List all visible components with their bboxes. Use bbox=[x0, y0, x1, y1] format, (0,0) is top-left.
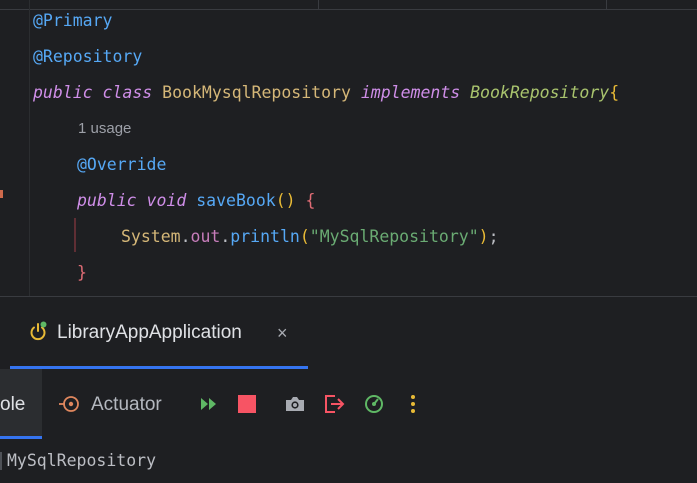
keyword-token: implements bbox=[360, 83, 461, 102]
console-gutter-marker bbox=[0, 452, 2, 470]
run-tab-title[interactable]: LibraryAppApplication bbox=[57, 321, 242, 345]
semicolon-token: ; bbox=[488, 227, 499, 246]
active-tab-indicator bbox=[0, 436, 42, 439]
gutter-change-marker bbox=[0, 190, 3, 198]
paren-token: ) bbox=[478, 227, 489, 246]
dot-token: . bbox=[220, 227, 231, 246]
keyword-token: public bbox=[77, 191, 137, 210]
code-line-1[interactable]: @Primary bbox=[33, 9, 112, 33]
tab-actuator[interactable]: Actuator bbox=[91, 393, 162, 417]
string-token: "MySqlRepository" bbox=[309, 227, 479, 246]
close-tab-button[interactable]: × bbox=[277, 321, 288, 345]
code-line-8[interactable]: } bbox=[77, 261, 87, 285]
console-output-line[interactable]: MySqlRepository bbox=[7, 449, 156, 473]
code-line-7[interactable]: System.out.println("MySqlRepository"); bbox=[121, 225, 499, 249]
run-power-icon bbox=[30, 321, 47, 341]
keyword-token: public bbox=[33, 83, 93, 102]
code-line-3[interactable]: public class BookMysqlRepository impleme… bbox=[33, 81, 619, 105]
run-toolbar: ole Actuator bbox=[0, 369, 697, 439]
annotation-token: @Override bbox=[77, 155, 167, 174]
method-call-token: println bbox=[230, 227, 300, 246]
stop-icon[interactable] bbox=[236, 393, 258, 415]
run-tool-window: LibraryAppApplication × ole Actuator MyS… bbox=[0, 296, 697, 483]
keyword-token: class bbox=[102, 83, 153, 102]
more-icon[interactable] bbox=[402, 393, 424, 415]
annotation-token: @Primary bbox=[33, 11, 113, 30]
gutter-separator bbox=[29, 0, 30, 296]
method-name-token: saveBook bbox=[196, 191, 276, 210]
actuator-icon bbox=[59, 396, 79, 412]
field-token: out bbox=[190, 227, 221, 246]
top-divider bbox=[318, 0, 319, 10]
rerun-icon[interactable] bbox=[198, 393, 220, 415]
dot-token: . bbox=[180, 227, 191, 246]
exit-icon[interactable] bbox=[323, 393, 345, 415]
scope-indicator bbox=[74, 218, 76, 252]
brace-token: { bbox=[609, 83, 620, 102]
keyword-token: void bbox=[146, 191, 187, 210]
brace-token: } bbox=[77, 263, 87, 282]
usage-hint[interactable]: 1 usage bbox=[78, 117, 131, 141]
class-ref-token: System bbox=[121, 227, 181, 246]
interface-name-token: BookRepository bbox=[470, 83, 610, 102]
code-line-6[interactable]: public void saveBook() { bbox=[77, 189, 315, 213]
camera-icon[interactable] bbox=[284, 393, 306, 415]
top-divider bbox=[606, 0, 607, 10]
tab-console-label: ole bbox=[0, 394, 26, 415]
code-line-5[interactable]: @Override bbox=[77, 153, 166, 177]
code-editor[interactable]: @Primary @Repository public class BookMy… bbox=[0, 0, 697, 296]
profiler-icon[interactable] bbox=[363, 393, 385, 415]
brace-token: { bbox=[305, 191, 316, 210]
code-line-2[interactable]: @Repository bbox=[33, 45, 142, 69]
tab-console[interactable]: ole bbox=[0, 369, 42, 439]
annotation-token: @Repository bbox=[33, 47, 143, 66]
paren-token: ( bbox=[299, 227, 310, 246]
paren-token: () bbox=[275, 191, 296, 210]
class-name-token: BookMysqlRepository bbox=[162, 83, 351, 102]
